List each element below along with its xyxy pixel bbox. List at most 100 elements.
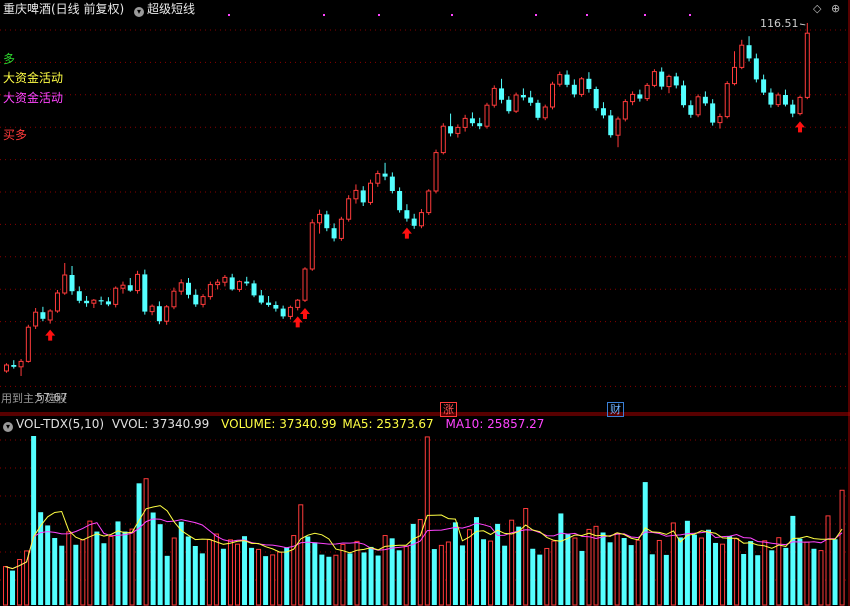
candle-up xyxy=(462,117,468,128)
candle-up xyxy=(630,93,636,103)
add-circle-icon[interactable]: ⊕ xyxy=(831,2,840,15)
candle-up xyxy=(62,274,68,294)
volume-bar-down xyxy=(178,521,184,605)
volume-bar-up xyxy=(277,551,283,606)
volume-bar-down xyxy=(790,515,796,605)
volume-bar-down xyxy=(677,537,683,605)
candle-down xyxy=(258,295,264,303)
stock-title[interactable]: 重庆啤酒(日线 前复权) xyxy=(3,2,124,16)
candle-down xyxy=(469,118,475,124)
candle-down xyxy=(382,173,388,177)
candle-down xyxy=(659,71,665,87)
candle-up xyxy=(120,284,126,289)
volume-bar-down xyxy=(452,522,458,605)
volume-bar-up xyxy=(206,539,212,606)
candle-down xyxy=(564,74,570,85)
candle-down xyxy=(637,94,643,99)
volume-bar-down xyxy=(628,545,634,605)
volume-bar-down xyxy=(375,555,381,605)
volume-bar-down xyxy=(263,556,269,605)
candle-up xyxy=(215,281,221,286)
volume-bar-up xyxy=(635,539,641,606)
volume-bar-up xyxy=(839,489,845,606)
candle-down xyxy=(105,301,111,305)
volume-bar-up xyxy=(698,537,704,606)
candle-up xyxy=(135,273,141,292)
volume-indicator-name[interactable]: VOL-TDX(5,10) xyxy=(16,417,104,431)
candle-down xyxy=(673,76,679,86)
candle-down xyxy=(360,190,366,203)
volume-bar-down xyxy=(73,544,79,605)
volume-bar-up xyxy=(586,528,592,606)
candle-down xyxy=(142,274,148,312)
candle-up xyxy=(557,74,563,85)
candle-down xyxy=(528,97,534,103)
candle-down xyxy=(411,218,417,226)
buy-signal-arrow xyxy=(292,316,303,328)
candle-down xyxy=(266,302,272,305)
candle-down xyxy=(681,85,687,106)
candle-down xyxy=(324,214,330,229)
candle-up xyxy=(47,310,53,321)
chart-header: 重庆啤酒(日线 前复权) ▾ 超级短线 xyxy=(3,2,195,17)
indicator-dropdown-icon[interactable]: ▾ xyxy=(134,7,145,17)
candle-up xyxy=(375,173,381,184)
candle-up xyxy=(732,66,737,85)
candle-down xyxy=(535,102,541,118)
collapse-diamond-icon[interactable]: ◇ xyxy=(813,2,821,15)
ma5-value: MA5: 25373.67 xyxy=(342,417,434,431)
candle-up xyxy=(724,83,730,118)
candle-up xyxy=(615,118,621,136)
candle-up xyxy=(113,287,119,305)
candle-down xyxy=(69,275,75,292)
cai-marker[interactable]: 财 xyxy=(607,402,624,417)
candle-down xyxy=(84,300,90,304)
candle-down xyxy=(608,115,614,136)
candle-up xyxy=(18,360,24,368)
volume-bar-down xyxy=(474,517,480,605)
volume-bar-up xyxy=(171,537,177,606)
volume-bar-down xyxy=(783,547,789,605)
volume-dropdown-icon[interactable]: ▾ xyxy=(3,422,13,432)
candle-up xyxy=(418,212,424,227)
volume-bar-down xyxy=(727,536,733,605)
signal-buy: 买多 xyxy=(3,128,28,142)
volume-bar-down xyxy=(811,548,817,605)
volume-bar-up xyxy=(544,547,550,606)
top-marker-dot xyxy=(586,14,588,16)
candle-up xyxy=(804,32,810,98)
volume-bar-down xyxy=(607,542,613,605)
volume-bar-down xyxy=(150,512,156,605)
volume-bar-down xyxy=(59,545,65,605)
volume-bar-up xyxy=(614,532,620,606)
volume-bar-up xyxy=(804,541,810,606)
candle-down xyxy=(761,79,767,93)
candle-down xyxy=(448,126,454,134)
bottom-note: 用到主力选股 xyxy=(1,392,67,405)
candle-down xyxy=(586,78,592,89)
candle-up xyxy=(178,282,184,292)
vvol-value: VVOL: 37340.99 xyxy=(111,417,210,431)
top-marker-dot xyxy=(378,14,380,16)
candle-down xyxy=(127,285,133,291)
candle-down xyxy=(404,210,410,219)
candle-down xyxy=(156,306,162,322)
indicator-name[interactable]: 超级短线 xyxy=(147,2,195,16)
volume-bar-up xyxy=(403,545,409,606)
volume-bar-down xyxy=(713,542,719,605)
volume-bar-up xyxy=(234,543,240,606)
volume-bar-down xyxy=(10,570,16,605)
candle-down xyxy=(768,92,774,105)
volume-bar-up xyxy=(333,554,339,606)
volume-bar-up xyxy=(720,543,726,606)
volume-bar-up xyxy=(143,478,149,606)
volume-bar-down xyxy=(185,536,191,605)
candle-up xyxy=(513,94,519,112)
volume-bar-down xyxy=(495,523,501,605)
volume-bar-up xyxy=(340,543,346,606)
volume-bar-down xyxy=(368,546,374,605)
volume-bar-down xyxy=(663,554,669,605)
volume-bar-up xyxy=(776,537,782,606)
zhang-marker[interactable]: 涨 xyxy=(440,402,457,417)
chart-canvas xyxy=(0,0,850,606)
